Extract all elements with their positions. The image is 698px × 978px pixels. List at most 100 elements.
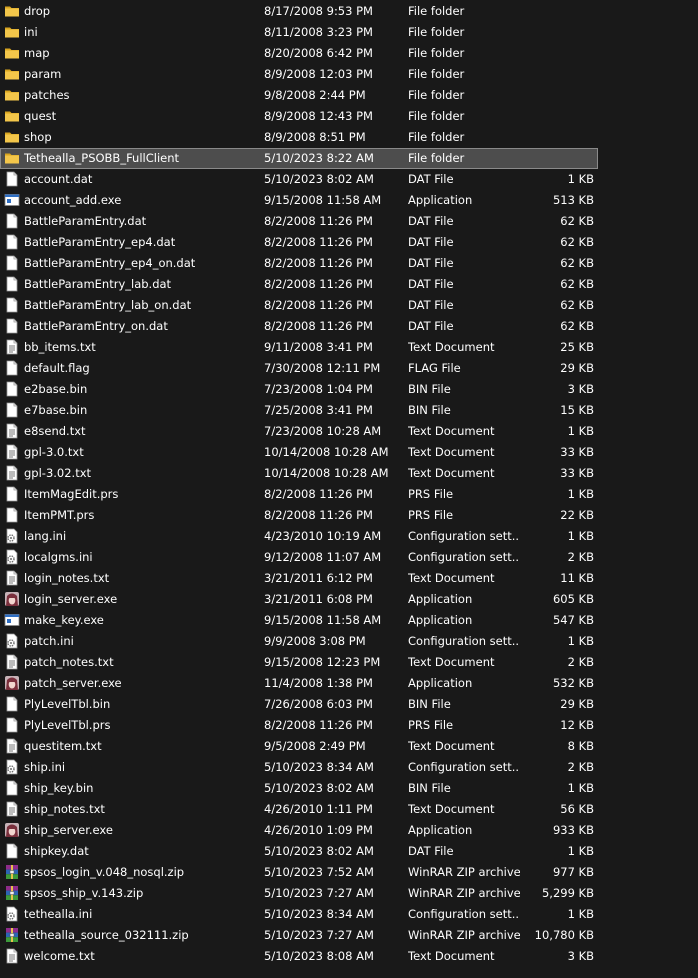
file-row[interactable]: ItemPMT.prs 8/2/2008 11:26 PM PRS File 2… bbox=[0, 505, 698, 526]
file-row[interactable]: login_notes.txt 3/21/2011 6:12 PM Text D… bbox=[0, 568, 698, 589]
file-row[interactable]: e2base.bin 7/23/2008 1:04 PM BIN File 3 … bbox=[0, 379, 698, 400]
file-row[interactable]: ship_key.bin 5/10/2023 8:02 AM BIN File … bbox=[0, 778, 698, 799]
file-row[interactable]: patches 9/8/2008 2:44 PM File folder bbox=[0, 85, 698, 106]
file-row[interactable]: patch.ini 9/9/2008 3:08 PM Configuration… bbox=[0, 631, 698, 652]
file-row[interactable]: welcome.txt 5/10/2023 8:08 AM Text Docum… bbox=[0, 946, 698, 967]
anime-app-icon bbox=[4, 822, 20, 838]
file-row[interactable]: e7base.bin 7/25/2008 3:41 PM BIN File 15… bbox=[0, 400, 698, 421]
text-document-icon bbox=[4, 339, 20, 355]
file-date-modified: 7/30/2008 12:11 PM bbox=[264, 361, 381, 375]
file-size: 1 KB bbox=[567, 529, 594, 543]
file-row[interactable]: BattleParamEntry_lab_on.dat 8/2/2008 11:… bbox=[0, 295, 698, 316]
file-date-modified: 5/10/2023 8:34 AM bbox=[264, 760, 374, 774]
file-date-modified: 9/11/2008 3:41 PM bbox=[264, 340, 373, 354]
file-row[interactable]: BattleParamEntry_on.dat 8/2/2008 11:26 P… bbox=[0, 316, 698, 337]
file-date-modified: 3/21/2011 6:08 PM bbox=[264, 592, 373, 606]
file-row[interactable]: make_key.exe 9/15/2008 11:58 AM Applicat… bbox=[0, 610, 698, 631]
file-type: Text Document bbox=[408, 571, 495, 585]
file-row[interactable]: questitem.txt 9/5/2008 2:49 PM Text Docu… bbox=[0, 736, 698, 757]
file-name: BattleParamEntry_lab_on.dat bbox=[24, 298, 192, 312]
file-type: Text Document bbox=[408, 466, 495, 480]
file-row[interactable]: bb_items.txt 9/11/2008 3:41 PM Text Docu… bbox=[0, 337, 698, 358]
file-date-modified: 9/12/2008 11:07 AM bbox=[264, 550, 382, 564]
file-type: Application bbox=[408, 193, 473, 207]
file-date-modified: 5/10/2023 7:27 AM bbox=[264, 886, 374, 900]
file-row[interactable]: shipkey.dat 5/10/2023 8:02 AM DAT File 1… bbox=[0, 841, 698, 862]
file-date-modified: 8/2/2008 11:26 PM bbox=[264, 256, 373, 270]
file-type: DAT File bbox=[408, 214, 454, 228]
file-type: Text Document bbox=[408, 802, 495, 816]
file-row[interactable]: map 8/20/2008 6:42 PM File folder bbox=[0, 43, 698, 64]
file-type: Application bbox=[408, 676, 473, 690]
file-row[interactable]: localgms.ini 9/12/2008 11:07 AM Configur… bbox=[0, 547, 698, 568]
file-row[interactable]: ItemMagEdit.prs 8/2/2008 11:26 PM PRS Fi… bbox=[0, 484, 698, 505]
folder-icon bbox=[4, 108, 20, 124]
file-type: DAT File bbox=[408, 319, 454, 333]
file-name: gpl-3.02.txt bbox=[24, 466, 92, 480]
file-size bbox=[520, 127, 594, 148]
document-icon bbox=[4, 717, 20, 733]
file-row[interactable]: patch_notes.txt 9/15/2008 12:23 PM Text … bbox=[0, 652, 698, 673]
file-row[interactable]: quest 8/9/2008 12:43 PM File folder bbox=[0, 106, 698, 127]
file-size: 977 KB bbox=[552, 865, 594, 879]
text-document-icon bbox=[4, 948, 20, 964]
file-date-modified: 11/4/2008 1:38 PM bbox=[264, 676, 373, 690]
file-size: 1 KB bbox=[567, 844, 594, 858]
file-date-modified: 8/20/2008 6:42 PM bbox=[264, 46, 373, 60]
file-name: BattleParamEntry_ep4.dat bbox=[24, 235, 176, 249]
file-row[interactable]: spsos_login_v.048_nosql.zip 5/10/2023 7:… bbox=[0, 862, 698, 883]
file-row[interactable]: gpl-3.02.txt 10/14/2008 10:28 AM Text Do… bbox=[0, 463, 698, 484]
file-row[interactable]: PlyLevelTbl.bin 7/26/2008 6:03 PM BIN Fi… bbox=[0, 694, 698, 715]
file-row[interactable]: default.flag 7/30/2008 12:11 PM FLAG Fil… bbox=[0, 358, 698, 379]
file-size: 513 KB bbox=[552, 193, 594, 207]
file-row[interactable]: patch_server.exe 11/4/2008 1:38 PM Appli… bbox=[0, 673, 698, 694]
file-row[interactable]: param 8/9/2008 12:03 PM File folder bbox=[0, 64, 698, 85]
file-row[interactable]: shop 8/9/2008 8:51 PM File folder bbox=[0, 127, 698, 148]
file-row[interactable]: account_add.exe 9/15/2008 11:58 AM Appli… bbox=[0, 190, 698, 211]
file-row[interactable]: account.dat 5/10/2023 8:02 AM DAT File 1… bbox=[0, 169, 698, 190]
file-date-modified: 8/2/2008 11:26 PM bbox=[264, 718, 373, 732]
file-type: WinRAR ZIP archive bbox=[408, 886, 520, 900]
file-name: ship.ini bbox=[24, 760, 66, 774]
settings-file-icon bbox=[4, 528, 20, 544]
file-type: Application bbox=[408, 823, 473, 837]
folder-icon bbox=[4, 150, 20, 166]
file-row[interactable]: drop 8/17/2008 9:53 PM File folder bbox=[0, 1, 698, 22]
file-row[interactable]: BattleParamEntry.dat 8/2/2008 11:26 PM D… bbox=[0, 211, 698, 232]
file-size bbox=[520, 43, 594, 64]
file-row[interactable]: tethealla_source_032111.zip 5/10/2023 7:… bbox=[0, 925, 698, 946]
file-type: Text Document bbox=[408, 445, 495, 459]
file-name: patch_server.exe bbox=[24, 676, 122, 690]
file-type: File folder bbox=[408, 109, 465, 123]
file-name: spsos_ship_v.143.zip bbox=[24, 886, 144, 900]
file-size bbox=[520, 1, 594, 22]
file-row[interactable]: gpl-3.0.txt 10/14/2008 10:28 AM Text Doc… bbox=[0, 442, 698, 463]
file-size: 547 KB bbox=[552, 613, 594, 627]
file-size: 15 KB bbox=[560, 403, 594, 417]
file-row[interactable]: ship_notes.txt 4/26/2010 1:11 PM Text Do… bbox=[0, 799, 698, 820]
file-row[interactable]: ini 8/11/2008 3:23 PM File folder bbox=[0, 22, 698, 43]
file-name: patches bbox=[24, 88, 70, 102]
file-row[interactable]: lang.ini 4/23/2010 10:19 AM Configuratio… bbox=[0, 526, 698, 547]
file-type: Configuration sett... bbox=[408, 529, 520, 543]
file-row[interactable]: login_server.exe 3/21/2011 6:08 PM Appli… bbox=[0, 589, 698, 610]
file-row[interactable]: ship_server.exe 4/26/2010 1:09 PM Applic… bbox=[0, 820, 698, 841]
file-row[interactable]: spsos_ship_v.143.zip 5/10/2023 7:27 AM W… bbox=[0, 883, 698, 904]
file-type: Configuration sett... bbox=[408, 550, 520, 564]
file-name: Tethealla_PSOBB_FullClient bbox=[24, 151, 180, 165]
file-row[interactable]: PlyLevelTbl.prs 8/2/2008 11:26 PM PRS Fi… bbox=[0, 715, 698, 736]
file-size: 12 KB bbox=[560, 718, 594, 732]
file-row-selected[interactable]: Tethealla_PSOBB_FullClient 5/10/2023 8:2… bbox=[0, 148, 698, 169]
file-row[interactable]: ship.ini 5/10/2023 8:34 AM Configuration… bbox=[0, 757, 698, 778]
file-size: 62 KB bbox=[560, 319, 594, 333]
file-type: File folder bbox=[408, 4, 465, 18]
file-type: DAT File bbox=[408, 256, 454, 270]
file-row[interactable]: BattleParamEntry_ep4_on.dat 8/2/2008 11:… bbox=[0, 253, 698, 274]
file-row[interactable]: BattleParamEntry_ep4.dat 8/2/2008 11:26 … bbox=[0, 232, 698, 253]
file-row[interactable]: BattleParamEntry_lab.dat 8/2/2008 11:26 … bbox=[0, 274, 698, 295]
file-row[interactable]: e8send.txt 7/23/2008 10:28 AM Text Docum… bbox=[0, 421, 698, 442]
file-row[interactable]: tethealla.ini 5/10/2023 8:34 AM Configur… bbox=[0, 904, 698, 925]
text-document-icon bbox=[4, 654, 20, 670]
document-icon bbox=[4, 402, 20, 418]
file-type: Application bbox=[408, 592, 473, 606]
